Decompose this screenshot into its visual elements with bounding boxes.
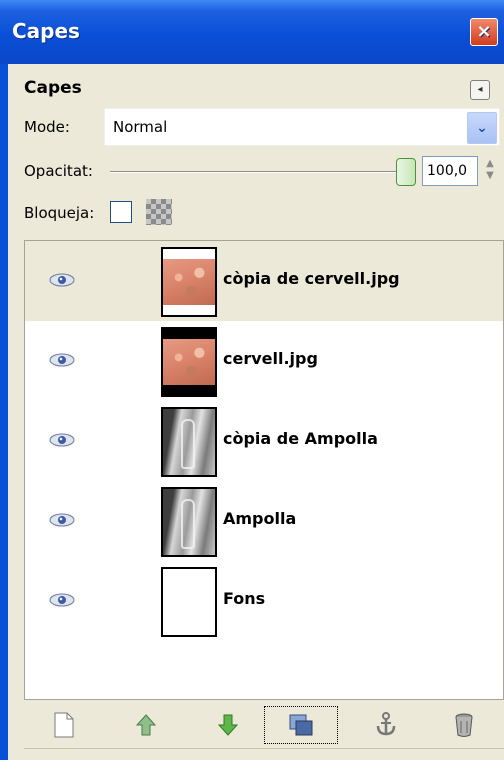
opacity-slider-thumb[interactable]	[396, 158, 416, 186]
opacity-slider-track[interactable]	[110, 171, 400, 173]
close-icon[interactable]: ×	[470, 18, 498, 46]
mode-value: Normal	[113, 118, 168, 136]
layer-list: còpia de cervell.jpg cervell.jpg còpia d…	[24, 240, 504, 700]
layer-row[interactable]: còpia de Ampolla	[25, 401, 503, 481]
chevron-down-icon[interactable]: ⌄	[467, 112, 497, 144]
duplicate-layer-icon[interactable]	[264, 706, 338, 744]
layer-thumbnail	[161, 247, 217, 317]
layer-thumbnail	[161, 487, 217, 557]
new-layer-icon[interactable]	[46, 706, 82, 744]
eye-icon[interactable]	[49, 592, 75, 608]
layer-row[interactable]: cervell.jpg	[25, 321, 503, 401]
layer-row[interactable]: còpia de cervell.jpg	[25, 241, 503, 321]
triangle-left-icon[interactable]: ◂	[470, 80, 490, 100]
eye-icon[interactable]	[49, 432, 75, 448]
window-titlebar: Capes ×	[0, 0, 504, 64]
lower-layer-icon[interactable]	[210, 706, 246, 744]
layer-thumbnail	[161, 327, 217, 397]
layer-thumbnail	[161, 407, 217, 477]
mode-label: Mode:	[24, 118, 70, 136]
lock-pixels-checkbox[interactable]	[110, 201, 132, 223]
anchor-layer-icon[interactable]	[368, 706, 404, 744]
layer-row[interactable]: Ampolla	[25, 481, 503, 561]
opacity-label: Opacitat:	[24, 162, 93, 180]
delete-layer-icon[interactable]	[446, 706, 482, 744]
mode-dropdown[interactable]: Normal ⌄	[104, 108, 500, 146]
layers-toolbar	[24, 702, 504, 748]
panel-title: Capes	[24, 78, 82, 98]
raise-layer-icon[interactable]	[128, 706, 164, 744]
eye-icon[interactable]	[49, 512, 75, 528]
layer-name[interactable]: Ampolla	[223, 509, 296, 528]
lock-label: Bloqueja:	[24, 204, 95, 222]
eye-icon[interactable]	[49, 272, 75, 288]
layer-name[interactable]: cervell.jpg	[223, 349, 318, 368]
lock-alpha-icon[interactable]	[146, 199, 172, 225]
layer-thumbnail	[161, 567, 217, 637]
layer-name[interactable]: còpia de cervell.jpg	[223, 269, 400, 288]
eye-icon[interactable]	[49, 352, 75, 368]
status-bar	[24, 748, 504, 760]
window-title: Capes	[12, 19, 80, 43]
layer-name[interactable]: Fons	[223, 589, 265, 608]
opacity-input[interactable]: 100,0	[422, 156, 478, 186]
layer-name[interactable]: còpia de Ampolla	[223, 429, 378, 448]
layer-row[interactable]: Fons	[25, 561, 503, 641]
spin-arrows-icon[interactable]: ▲ ▼	[480, 158, 500, 186]
